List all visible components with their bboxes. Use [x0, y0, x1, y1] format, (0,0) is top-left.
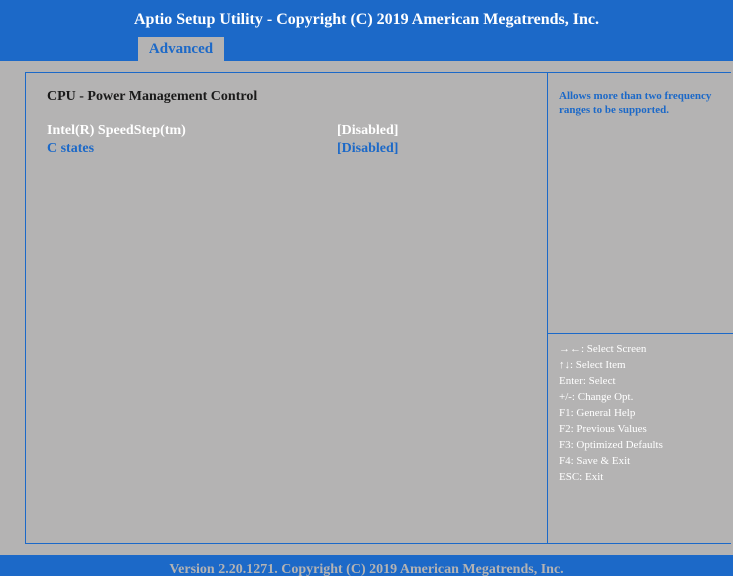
help-line: ranges to be supported.	[559, 104, 670, 116]
key-legend: →←: Select Screen ↑↓: Select Item Enter:…	[559, 341, 663, 485]
setting-row-c-states[interactable]: C states [Disabled]	[47, 141, 467, 157]
vertical-divider	[547, 72, 548, 544]
key-hint: ESC: Exit	[559, 471, 604, 483]
window-title: Aptio Setup Utility - Copyright (C) 2019…	[0, 0, 733, 37]
setting-row-speedstep[interactable]: Intel(R) SpeedStep(tm) [Disabled]	[47, 123, 467, 139]
setting-label: C states	[47, 141, 95, 156]
key-hint: F3: Optimized Defaults	[559, 439, 663, 451]
key-hint: F4: Save & Exit	[559, 455, 631, 467]
key-hint: Enter: Select	[559, 375, 616, 387]
key-hint: ↑↓: Select Item	[559, 359, 626, 371]
setting-value[interactable]: [Disabled]	[337, 123, 398, 139]
tab-advanced[interactable]: Advanced	[138, 37, 224, 61]
footer-version: Version 2.20.1271. Copyright (C) 2019 Am…	[0, 555, 733, 576]
key-hint: →←: Select Screen	[559, 343, 647, 355]
help-line: Allows more than two frequency	[559, 90, 712, 102]
help-description: Allows more than two frequency ranges to…	[559, 89, 733, 117]
key-hint: F2: Previous Values	[559, 423, 647, 435]
key-hint: F1: General Help	[559, 407, 636, 419]
section-title: CPU - Power Management Control	[47, 89, 258, 104]
main-panel: CPU - Power Management Control Intel(R) …	[0, 61, 733, 555]
setting-label: Intel(R) SpeedStep(tm)	[47, 123, 186, 138]
help-divider	[547, 333, 733, 334]
key-hint: +/-: Change Opt.	[559, 391, 634, 403]
setting-value[interactable]: [Disabled]	[337, 141, 398, 157]
